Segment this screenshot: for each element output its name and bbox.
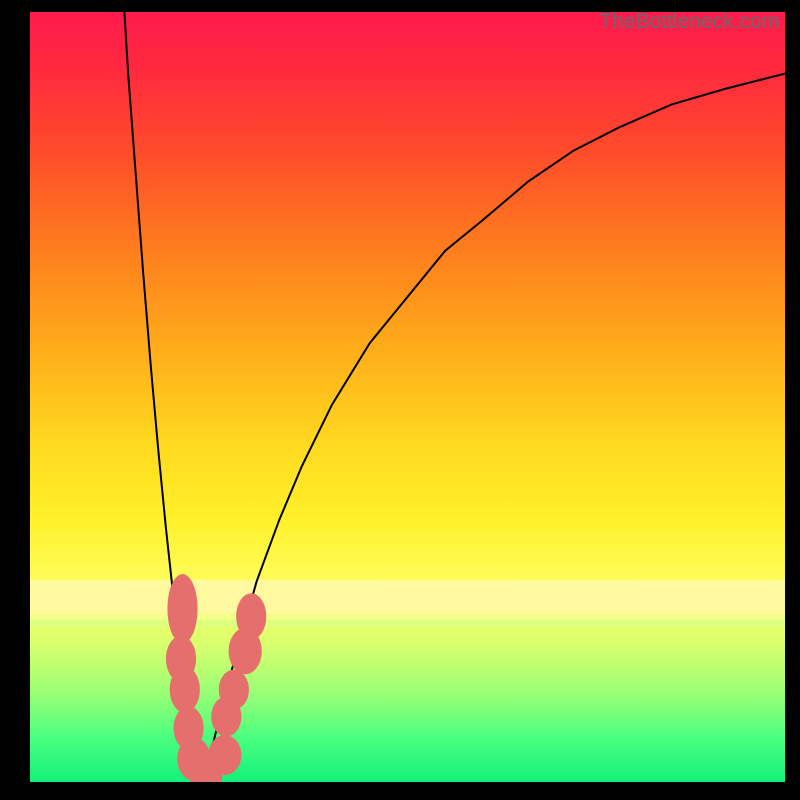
data-marker (170, 667, 200, 713)
marker-group (166, 574, 266, 782)
chart-frame: TheBottleneck.com (0, 0, 800, 800)
curve-svg (30, 12, 785, 782)
data-marker (167, 574, 197, 643)
bottleneck-curve (124, 12, 785, 782)
data-marker (236, 593, 266, 639)
data-marker (208, 735, 241, 775)
data-marker (219, 670, 249, 710)
plot-area: TheBottleneck.com (30, 12, 785, 782)
curve-group (124, 12, 785, 782)
